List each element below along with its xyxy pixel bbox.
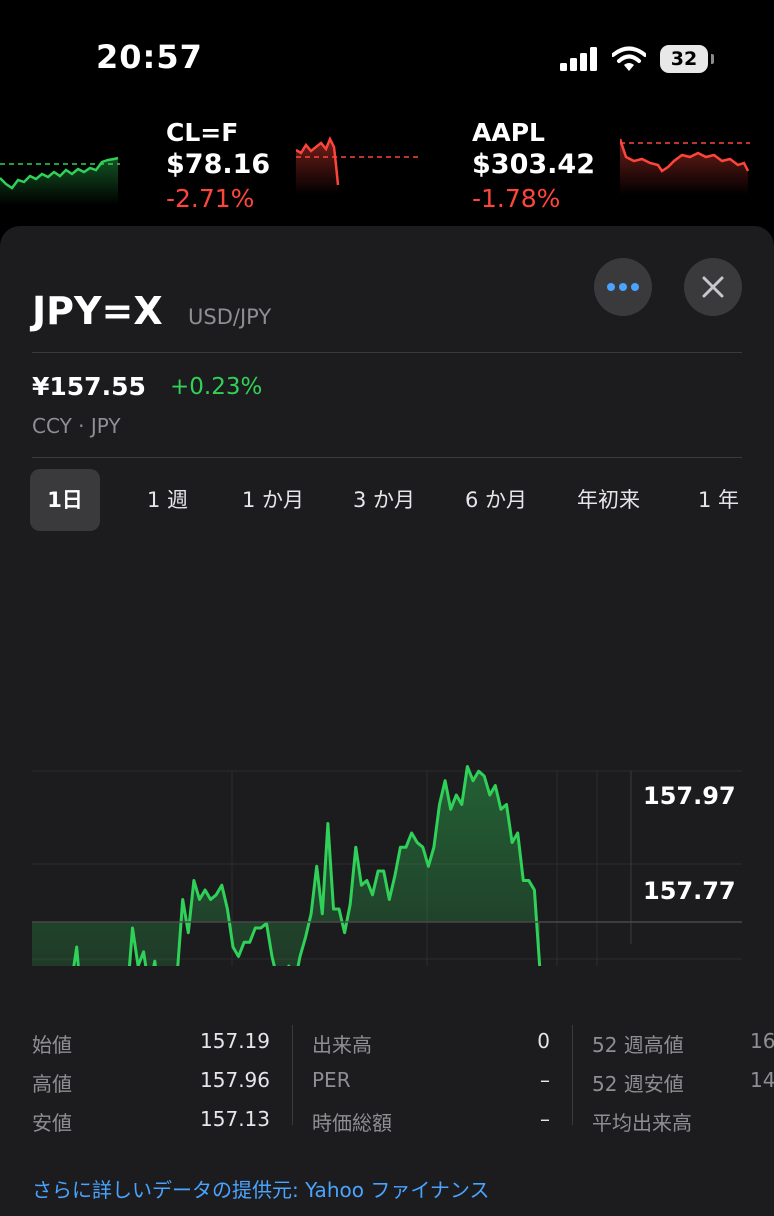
close-button[interactable] (684, 258, 742, 316)
stat-value: 157.19 (200, 1029, 270, 1053)
y-axis-tick-label: 157.97 (643, 782, 736, 810)
quote-detail-sheet: JPY=X USD/JPY ¥157.55 +0.23% CCY · JPY 1… (0, 226, 774, 1216)
price-divider (32, 457, 742, 458)
ticker-item-aapl[interactable]: AAPL $303.42 -1.78% (472, 118, 595, 213)
tab-range-3m[interactable]: 3 か月 (353, 469, 415, 531)
prev-ticker-sparkline (0, 156, 120, 205)
more-button[interactable] (594, 258, 652, 316)
stat-label: 高値 (32, 1072, 72, 1096)
quote-name: USD/JPY (188, 305, 272, 329)
ticker-sparkline-cl (296, 135, 421, 195)
ticker-sparkline-aapl (620, 138, 750, 195)
quote-exchange: CCY · JPY (32, 414, 121, 438)
tab-range-1y[interactable]: 1 年 (698, 469, 739, 531)
quote-symbol: JPY=X (32, 289, 163, 333)
wifi-icon (612, 46, 646, 71)
ticker-strip[interactable]: CL=F $78.16 -2.71% AAPL $303.42 -1.78% (0, 110, 774, 225)
stat-label: 出来高 (312, 1033, 372, 1057)
quote-price: ¥157.55 (32, 372, 146, 401)
range-selector: 1日 1 週 1 か月 3 か月 6 か月 年初来 1 年 (30, 469, 774, 531)
stat-value: 0 (537, 1029, 550, 1053)
tab-range-6m[interactable]: 6 か月 (465, 469, 527, 531)
stat-label: 52 週安値 (592, 1072, 684, 1096)
cellular-signal-icon (560, 47, 597, 71)
tab-range-ytd[interactable]: 年初来 (577, 469, 640, 531)
status-icons: 32 (560, 42, 714, 76)
stat-value: 157.96 (200, 1068, 270, 1092)
stat-label: PER (312, 1068, 351, 1092)
ticker-change: -1.78% (472, 184, 561, 213)
stat-value: – (540, 1068, 550, 1092)
quote-change: +0.23% (170, 374, 263, 400)
tab-range-1d[interactable]: 1日 (30, 469, 100, 531)
ticker-symbol: CL=F (166, 118, 239, 147)
battery-icon: 32 (660, 45, 714, 73)
ticker-price: $78.16 (166, 149, 271, 180)
status-time: 20:57 (96, 38, 203, 76)
ticker-item-cl[interactable]: CL=F $78.16 -2.71% (166, 118, 270, 213)
tab-range-1m[interactable]: 1 か月 (242, 469, 304, 531)
ticker-symbol: AAPL (472, 118, 545, 147)
stat-label: 平均出来高 (592, 1111, 692, 1135)
stat-label: 安値 (32, 1111, 72, 1135)
stats-column-divider (572, 1025, 573, 1125)
ellipsis-icon (607, 283, 639, 291)
stat-label: 始値 (32, 1033, 72, 1057)
stat-label: 時価総額 (312, 1111, 392, 1135)
stats-column-divider (292, 1025, 293, 1125)
stat-value: 157.13 (200, 1107, 270, 1131)
tab-range-1w[interactable]: 1 週 (147, 469, 188, 531)
ticker-price: $303.42 (472, 149, 595, 180)
y-axis-tick-label: 157.77 (643, 877, 736, 905)
ticker-change: -2.71% (166, 184, 255, 213)
header-divider (32, 352, 742, 353)
price-chart[interactable]: 157.97157.77157.57157.37 131823 (0, 526, 774, 966)
status-bar: 20:57 32 (0, 0, 774, 110)
stat-label: 52 週高値 (592, 1033, 684, 1057)
close-icon (702, 276, 724, 298)
stat-value: 16 (750, 1029, 774, 1053)
stat-value: 14 (750, 1068, 774, 1092)
stat-value: – (540, 1107, 550, 1131)
